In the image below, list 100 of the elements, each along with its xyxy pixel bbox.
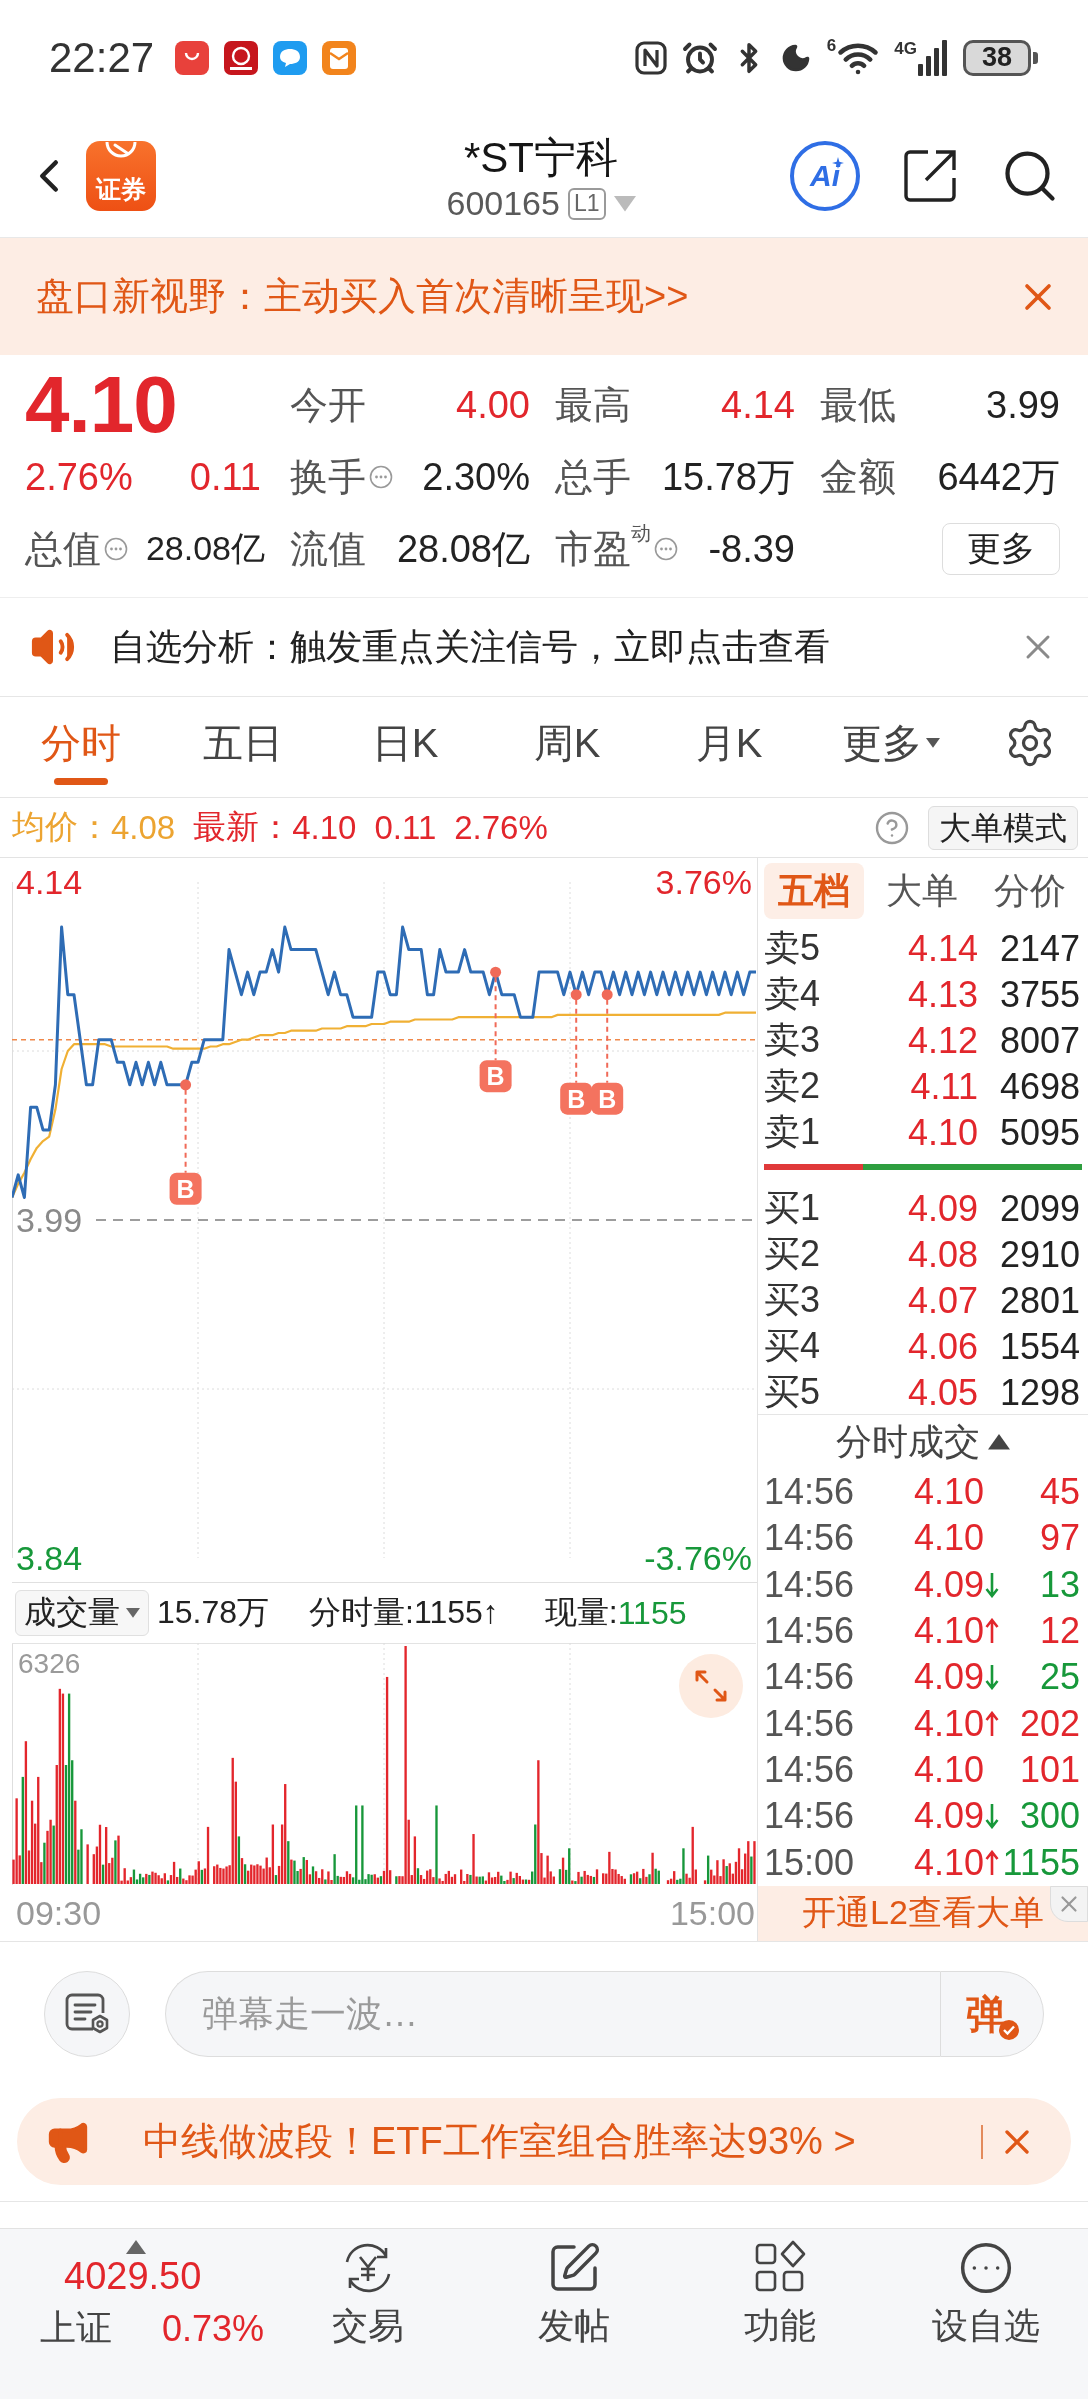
trade-price: 4.09 <box>914 1563 985 1606</box>
trade-volume: 45 <box>1039 1471 1080 1514</box>
logo-text: 证券 <box>96 177 146 202</box>
bid-level-label: 买1 <box>764 1186 822 1230</box>
falling-volume-bar <box>469 1874 472 1884</box>
trade-time: 14:56 <box>764 1563 856 1606</box>
falling-volume-bar <box>707 1855 710 1884</box>
order-book-tab[interactable]: 分价 <box>980 863 1080 919</box>
falling-volume-bar <box>639 1878 642 1884</box>
trade-time: 14:56 <box>764 1656 856 1699</box>
notice-link[interactable]: 自选分析：触发重点关注信号，立即点击查看 <box>110 622 984 672</box>
ask-volume: 2147 <box>998 927 1080 970</box>
annotation: B <box>567 1084 586 1113</box>
bid-volume: 2099 <box>998 1187 1080 1230</box>
trade-volume: 97 <box>1039 1517 1080 1560</box>
trade-price: 4.09 <box>914 1795 985 1838</box>
falling-volume-bar <box>512 1878 515 1884</box>
stat-label: 最低 <box>820 382 896 428</box>
trade-volume: 101 <box>1019 1748 1080 1791</box>
shopping-bag-app-icon <box>175 40 210 75</box>
trade-price: 4.10 <box>914 1471 985 1514</box>
close-l2-promo-button[interactable] <box>1050 1885 1088 1922</box>
stat-value: 28.08亿 <box>145 528 265 569</box>
chart-tab[interactable]: 周K <box>486 697 648 797</box>
time-axis-label: 15:00 <box>669 1893 755 1933</box>
expand-icon <box>694 1669 728 1703</box>
chart-tab[interactable]: 五日 <box>162 697 324 797</box>
help-button[interactable] <box>874 809 910 846</box>
stat-value: 4.14 <box>721 383 795 427</box>
status-time: 22:27 <box>49 33 155 82</box>
share-button[interactable] <box>902 148 958 204</box>
stat-label: 市盈$^{动}$ <box>555 523 651 572</box>
ask-volume: 5095 <box>998 1111 1080 1154</box>
change-percent: 2.76% <box>25 455 133 499</box>
bid-volume: 2801 <box>998 1279 1080 1322</box>
stat-label: 总手 <box>555 454 631 500</box>
average-price-label: 均价： <box>12 807 111 847</box>
caret-up-icon <box>988 1434 1010 1450</box>
last-price: 4.10 <box>25 365 177 445</box>
caret-down-icon <box>613 196 636 212</box>
stat-label: 流值 <box>290 526 366 572</box>
ask-price: 4.12 <box>906 1019 978 1062</box>
chart-tab[interactable]: 日K <box>324 697 486 797</box>
falling-volume-bar <box>629 1874 633 1884</box>
stat-value: 15.78万 <box>661 454 795 500</box>
index-value: 4029.50 <box>64 2254 202 2298</box>
chart-tab[interactable]: 更多 <box>810 697 972 797</box>
total-volume: 15.78万 <box>157 1593 270 1632</box>
latest-value: 0.11 <box>374 808 437 847</box>
current-volume-value: 1155 <box>617 1594 687 1632</box>
trade-price: 4.10 <box>914 1702 985 1745</box>
ask-level-label: 卖3 <box>764 1018 822 1062</box>
bid-volume: 2910 <box>998 1233 1080 1276</box>
falling-volume-bar <box>311 1866 315 1884</box>
trade-time: 14:56 <box>764 1471 856 1514</box>
share-icon <box>902 148 958 204</box>
time-axis-label: 09:30 <box>16 1893 102 1933</box>
bottom-nav-button[interactable]: 交易 <box>265 2240 471 2346</box>
send-danmaku-button[interactable]: 弹 <box>940 1971 1044 2057</box>
bid-price: 4.07 <box>906 1279 978 1322</box>
trade-time: 15:00 <box>764 1841 856 1884</box>
bid-price: 4.05 <box>906 1371 978 1414</box>
trade-volume: 1155 <box>1002 1841 1080 1884</box>
more-button[interactable]: 更多 <box>942 523 1060 575</box>
falling-volume-bar <box>148 1874 151 1884</box>
ask-level-label: 卖2 <box>764 1064 822 1108</box>
trade-price: 4.10 <box>914 1517 985 1560</box>
falling-volume-bar <box>379 1876 383 1884</box>
stat-label: 今开 <box>290 382 366 428</box>
ai-assistant-button[interactable]: Ai <box>790 141 860 211</box>
network-type-label: 4G <box>894 39 917 57</box>
falling-volume-bar <box>179 1868 182 1884</box>
falling-volume-bar <box>524 1879 528 1884</box>
trade-time: 14:56 <box>764 1610 856 1653</box>
stock-code: 600165 <box>446 185 560 223</box>
falling-volume-bar <box>114 1840 117 1884</box>
falling-volume-bar <box>200 1869 204 1884</box>
bid-volume: 1298 <box>998 1371 1080 1414</box>
price-axis-label: 3.99 <box>16 1201 83 1239</box>
volume-selector[interactable]: 成交量 <box>15 1590 149 1636</box>
stat-label: 换手 <box>290 454 366 500</box>
stat-value: -8.39 <box>708 527 795 571</box>
volume-max-label: 6326 <box>18 1648 81 1679</box>
falling-volume-bar <box>580 1876 583 1884</box>
index-name: 上证 <box>40 2306 112 2350</box>
trade-volume: 25 <box>1039 1656 1080 1699</box>
danmaku-input-field[interactable]: 弹幕走一波… <box>165 1971 940 2057</box>
trade-time: 14:56 <box>764 1795 856 1838</box>
large-order-mode-button[interactable]: 大单模式 <box>928 805 1078 850</box>
bottom-nav-button[interactable]: 发帖 <box>471 2240 677 2346</box>
chart-tab[interactable]: 月K <box>648 697 810 797</box>
falling-volume-bar <box>725 1866 728 1884</box>
bottom-nav-button[interactable]: 功能 <box>677 2240 883 2346</box>
order-book-tab[interactable]: 大单 <box>872 863 972 919</box>
falling-volume-bar <box>101 1864 105 1884</box>
bottom-nav-button[interactable]: 设自选 <box>883 2240 1088 2346</box>
bid-level-label: 买2 <box>764 1232 822 1276</box>
chart-tab[interactable]: 分时 <box>0 697 162 797</box>
falling-volume-bar <box>43 1842 46 1884</box>
chat-bubble-app-icon <box>273 40 308 75</box>
